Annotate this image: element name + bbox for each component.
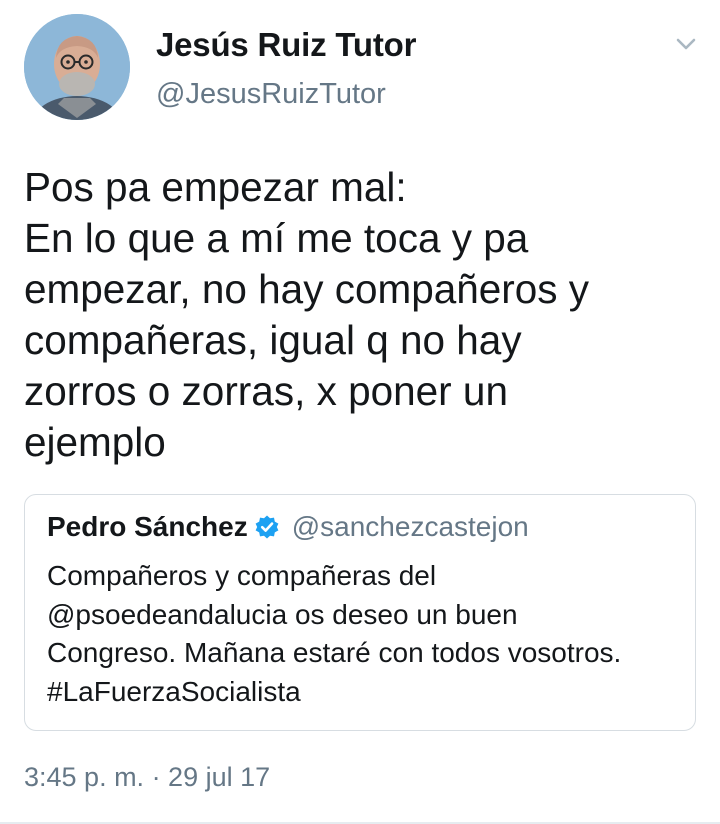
tweet-text-line: empezar, no hay compañeros y (24, 266, 590, 312)
tweet-text-line: En lo que a mí me toca y pa (24, 215, 529, 261)
tweet-text: Pos pa empezar mal: En lo que a mí me to… (24, 162, 704, 468)
quoted-text-line: #LaFuerzaSocialista (47, 675, 301, 707)
tweet-text-line: ejemplo (24, 419, 166, 465)
tweet-text-line: compañeras, igual q no hay (24, 317, 522, 363)
quoted-tweet-card[interactable]: Pedro Sánchez @sanchezcastejon Compañeros… (24, 494, 696, 731)
tweet-text-line: Pos pa empezar mal: (24, 164, 407, 210)
quoted-text-line: Congreso. Mañana estaré con todos vosotr… (47, 637, 622, 668)
author-avatar[interactable] (24, 14, 130, 120)
quoted-text-line: Compañeros y compañeras del (47, 560, 437, 591)
author-avatar-image (24, 14, 130, 120)
quoted-tweet-text: Compañeros y compañeras del @psoedeandal… (47, 557, 687, 711)
chevron-down-icon[interactable] (672, 33, 700, 55)
tweet: Jesús Ruiz Tutor @JesusRuizTutor Pos pa … (0, 0, 720, 824)
quoted-author-handle: @sanchezcastejon (291, 511, 529, 542)
author-handle[interactable]: @JesusRuizTutor (156, 78, 386, 111)
tweet-timestamp[interactable]: 3:45 p. m. · 29 jul 17 (24, 762, 270, 793)
quoted-author-name: Pedro Sánchez (47, 511, 248, 542)
verified-badge-icon (254, 514, 280, 540)
tweet-text-line: zorros o zorras, x poner un (24, 368, 508, 414)
quoted-tweet-header: Pedro Sánchez @sanchezcastejon (47, 511, 529, 547)
quoted-text-line: @psoedeandalucia os deseo un buen (47, 598, 518, 630)
author-name[interactable]: Jesús Ruiz Tutor (156, 26, 416, 64)
